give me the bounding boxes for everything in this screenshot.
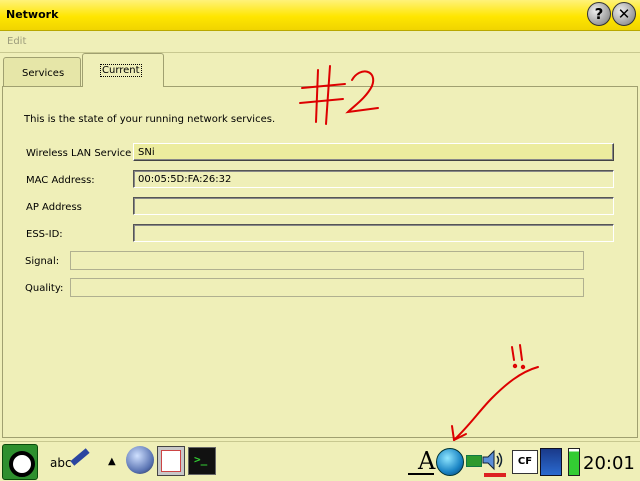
help-button[interactable]: ? <box>587 2 611 26</box>
window-title: Network <box>6 8 59 21</box>
menu-bar: Edit <box>0 31 640 53</box>
speaker-icon[interactable] <box>481 448 505 472</box>
volume-level-bar <box>484 473 506 477</box>
wireless-label: Wireless LAN Service <box>26 148 132 159</box>
font-a-icon[interactable]: A <box>418 447 435 475</box>
tab-current-label: Current <box>100 64 142 77</box>
clock[interactable]: 20:01 <box>583 453 635 474</box>
essid-field[interactable] <box>133 224 614 242</box>
handwriting-pencil-icon[interactable] <box>70 448 90 466</box>
qtopia-logo-icon[interactable] <box>2 444 38 480</box>
plug-icon[interactable] <box>466 455 482 467</box>
ap-label: AP Address <box>26 202 82 213</box>
input-method-label[interactable]: abc <box>50 456 72 470</box>
sd-card-icon[interactable] <box>540 448 562 476</box>
terminal-prompt-glyph: >_ <box>194 453 208 466</box>
cf-card-icon[interactable]: CF <box>512 450 538 474</box>
notepad-icon[interactable] <box>157 446 185 476</box>
mac-address-field[interactable]: 00:05:5D:FA:26:32 <box>133 170 614 188</box>
ap-address-field[interactable] <box>133 197 614 215</box>
mac-label: MAC Address: <box>26 175 95 186</box>
close-button[interactable]: ✕ <box>612 2 636 26</box>
quality-bar <box>70 278 584 297</box>
up-arrow-icon[interactable]: ▲ <box>108 456 116 467</box>
battery-icon[interactable] <box>568 448 580 476</box>
menu-edit[interactable]: Edit <box>7 36 26 47</box>
title-bar: Network ? ✕ <box>0 0 640 31</box>
network-ball-icon[interactable] <box>126 446 154 474</box>
tab-services[interactable]: Services <box>3 57 81 87</box>
signal-label: Signal: <box>25 256 60 267</box>
globe-network-icon[interactable] <box>436 448 464 476</box>
taskbar: abc ▲ >_ A CF 20:01 <box>0 441 640 481</box>
help-icon: ? <box>594 5 604 23</box>
signal-bar <box>70 251 584 270</box>
essid-label: ESS-ID: <box>26 229 63 240</box>
tab-services-label: Services <box>22 68 65 79</box>
close-icon: ✕ <box>617 5 631 23</box>
tab-current[interactable]: Current <box>82 53 164 87</box>
wireless-service-button[interactable]: SNi <box>133 143 614 161</box>
intro-text: This is the state of your running networ… <box>24 114 276 125</box>
quality-label: Quality: <box>25 283 64 294</box>
font-underline <box>408 473 434 475</box>
